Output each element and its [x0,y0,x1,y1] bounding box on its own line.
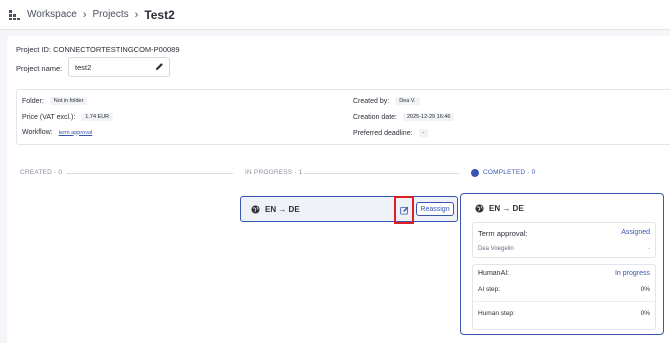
project-id: Project ID: CONNECTORTESTINGCOM-P00089 [16,45,180,54]
creation-date-label: Creation date: [353,113,397,121]
deadline-label: Preferred deadline: [353,129,413,137]
edit-task-button[interactable] [394,196,414,224]
detail-title: EN → DE [475,204,524,213]
folder-label: Folder: [22,97,44,105]
human-step-value: 0% [640,310,650,317]
folder-row: Folder: Not in folder [22,97,88,105]
edit-icon [399,206,408,215]
ai-step-value: 0% [640,286,650,293]
created-by-row: Created by: Dea V. [353,97,420,105]
folder-value: Not in folder [49,97,88,105]
creation-date-value: 2025-12-29 16:46 [402,113,455,121]
humanai-box: HumanAI: In progress AI step: 0% Human s… [472,264,657,330]
stage-divider [304,173,459,174]
page-title: Test2 [144,7,175,22]
stage-completed: COMPLETED · 0 [483,169,536,176]
term-approval-box: Term approval: Assigned Dea Voegelin - [472,222,656,258]
check-circle-icon [471,169,479,181]
human-step-label: Human step: [478,310,515,317]
project-name-label: Project name: [16,64,63,73]
term-approval-label: Term approval: [478,229,528,238]
price-row: Price (VAT excl.): 1.74 EUR [22,113,114,121]
workspace-icon [9,9,20,20]
chevron-right-icon: › [82,8,87,21]
project-id-value: CONNECTORTESTINGCOM-P00089 [53,45,180,54]
created-by-label: Created by: [353,97,390,105]
stage-created: CREATED · 0 [20,169,63,176]
workflow-row: Workflow: term approval [22,129,92,136]
globe-icon [475,204,484,213]
project-meta: Folder: Not in folder Price (VAT excl.):… [16,89,670,145]
creation-date-row: Creation date: 2025-12-29 16:46 [353,113,455,121]
price-label: Price (VAT excl.): [22,113,76,121]
breadcrumb-workspace[interactable]: Workspace [27,9,77,20]
humanai-label: HumanAI: [478,270,510,277]
stage-divider [66,173,233,174]
term-approval-status: Assigned [621,229,650,236]
workflow-link[interactable]: term approval [59,130,93,136]
humanai-status: In progress [614,270,650,277]
workflow-label: Workflow: [22,129,53,136]
deadline-row: Preferred deadline: - [353,129,429,137]
chevron-right-icon: › [134,8,139,21]
breadcrumb-projects[interactable]: Projects [93,9,129,20]
detail-lang-pair: EN → DE [489,204,524,213]
assignee-name: Dea Voegelin [478,246,514,252]
task-card-detail[interactable]: EN → DE Term approval: Assigned Dea Voeg… [460,193,664,335]
pencil-icon[interactable] [155,62,164,71]
stage-in-progress: IN PROGRESS · 1 [245,169,303,176]
task-lang-pair: EN → DE [265,204,300,214]
created-by-value: Dea V. [395,97,420,105]
price-value: 1.74 EUR [81,113,114,121]
breadcrumb: Workspace › Projects › Test2 [0,0,670,30]
assignee-dash: - [648,246,650,252]
ai-step-label: AI step: [478,286,501,293]
reassign-button[interactable]: Reassign [416,202,454,216]
deadline-value: - [418,129,429,137]
globe-icon [251,204,260,214]
divider [473,301,657,302]
project-id-label: Project ID: [16,45,52,54]
